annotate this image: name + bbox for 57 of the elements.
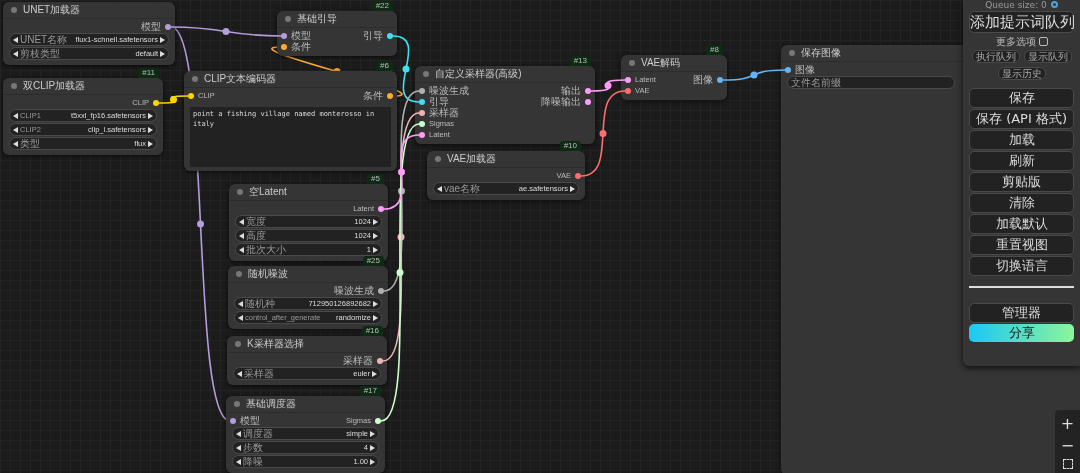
node-title: 随机噪波 [248,268,288,280]
node-id-badge: #10 [559,141,581,151]
node-id-badge: #11 [138,68,159,78]
node-title: 双CLIP加载器 [23,80,86,92]
zoom-out-button[interactable]: − [1060,435,1075,457]
slot-label: 模型 [291,29,311,42]
slot-label: 模型 [240,414,260,427]
slot-label: 图像 [795,63,815,76]
slot-label: 噪波生成 [334,284,374,297]
slot-label: 引导 [429,95,449,107]
slot-label: 噪波生成 [429,84,469,97]
slot-label: 模型 [141,20,161,33]
menu-button[interactable]: 刷新 [969,151,1074,171]
node-id-badge: #25 [362,256,384,266]
node-title: CLIP文本编码器 [204,73,277,85]
node-title: 空Latent [249,186,287,198]
slot-label: 图像 [693,73,713,86]
node-title: 自定义采样器(高级) [435,68,522,80]
node-id-badge: #13 [569,56,591,66]
slot-label: 引导 [363,29,383,42]
queue-button[interactable]: 添加提示词队列 [969,11,1074,33]
menu-button[interactable]: 保存 (API 格式) [969,109,1074,129]
zoom-in-button[interactable]: + [1060,413,1075,435]
slot-label: 输出 [561,84,581,96]
menu-button[interactable]: 加载 [969,130,1074,150]
node-id-badge: #6 [376,61,393,71]
node-title: VAE加载器 [447,153,497,165]
small-button[interactable]: 显示历史 [997,67,1046,80]
node-title: VAE解码 [641,57,681,69]
manager-button[interactable]: 管理器 [969,303,1074,323]
text-field[interactable]: 文件名前缀 [787,76,955,89]
menu-button[interactable]: 重置视图 [969,235,1074,255]
node-title: 基础引导 [297,13,337,25]
menu-button[interactable]: 切换语言 [969,256,1074,276]
slot-label: 采样器 [343,354,373,367]
menu-button[interactable]: 清除 [969,193,1074,213]
small-button[interactable]: 执行队列 [971,50,1020,63]
slot-label: 降噪输出 [541,95,581,108]
option-label: 更多选项 [995,35,1036,49]
node-id-badge: #22 [371,1,393,11]
slot-label: 条件 [291,40,311,53]
node-title: 基础调度器 [246,398,296,410]
small-button[interactable]: 显示队列 [1023,50,1072,63]
node-id-badge: #5 [367,174,384,184]
slot-label: 采样器 [429,106,459,119]
menu-button[interactable]: 加载默认 [969,214,1074,234]
slot-label: 条件 [363,89,383,102]
node-title: 保存图像 [801,47,841,59]
node-id-badge: #8 [706,45,723,55]
node-title: K采样器选择 [247,338,304,350]
node-id-badge: #17 [359,386,381,396]
menu-button[interactable]: 剪贴版 [969,172,1074,192]
menu-button[interactable]: 保存 [969,88,1074,108]
node-title: UNET加载器 [23,4,81,16]
share-button[interactable]: 分享 [969,324,1074,342]
node-id-badge: #16 [361,326,383,336]
queue-status: Queue size: 0 [985,0,1047,11]
